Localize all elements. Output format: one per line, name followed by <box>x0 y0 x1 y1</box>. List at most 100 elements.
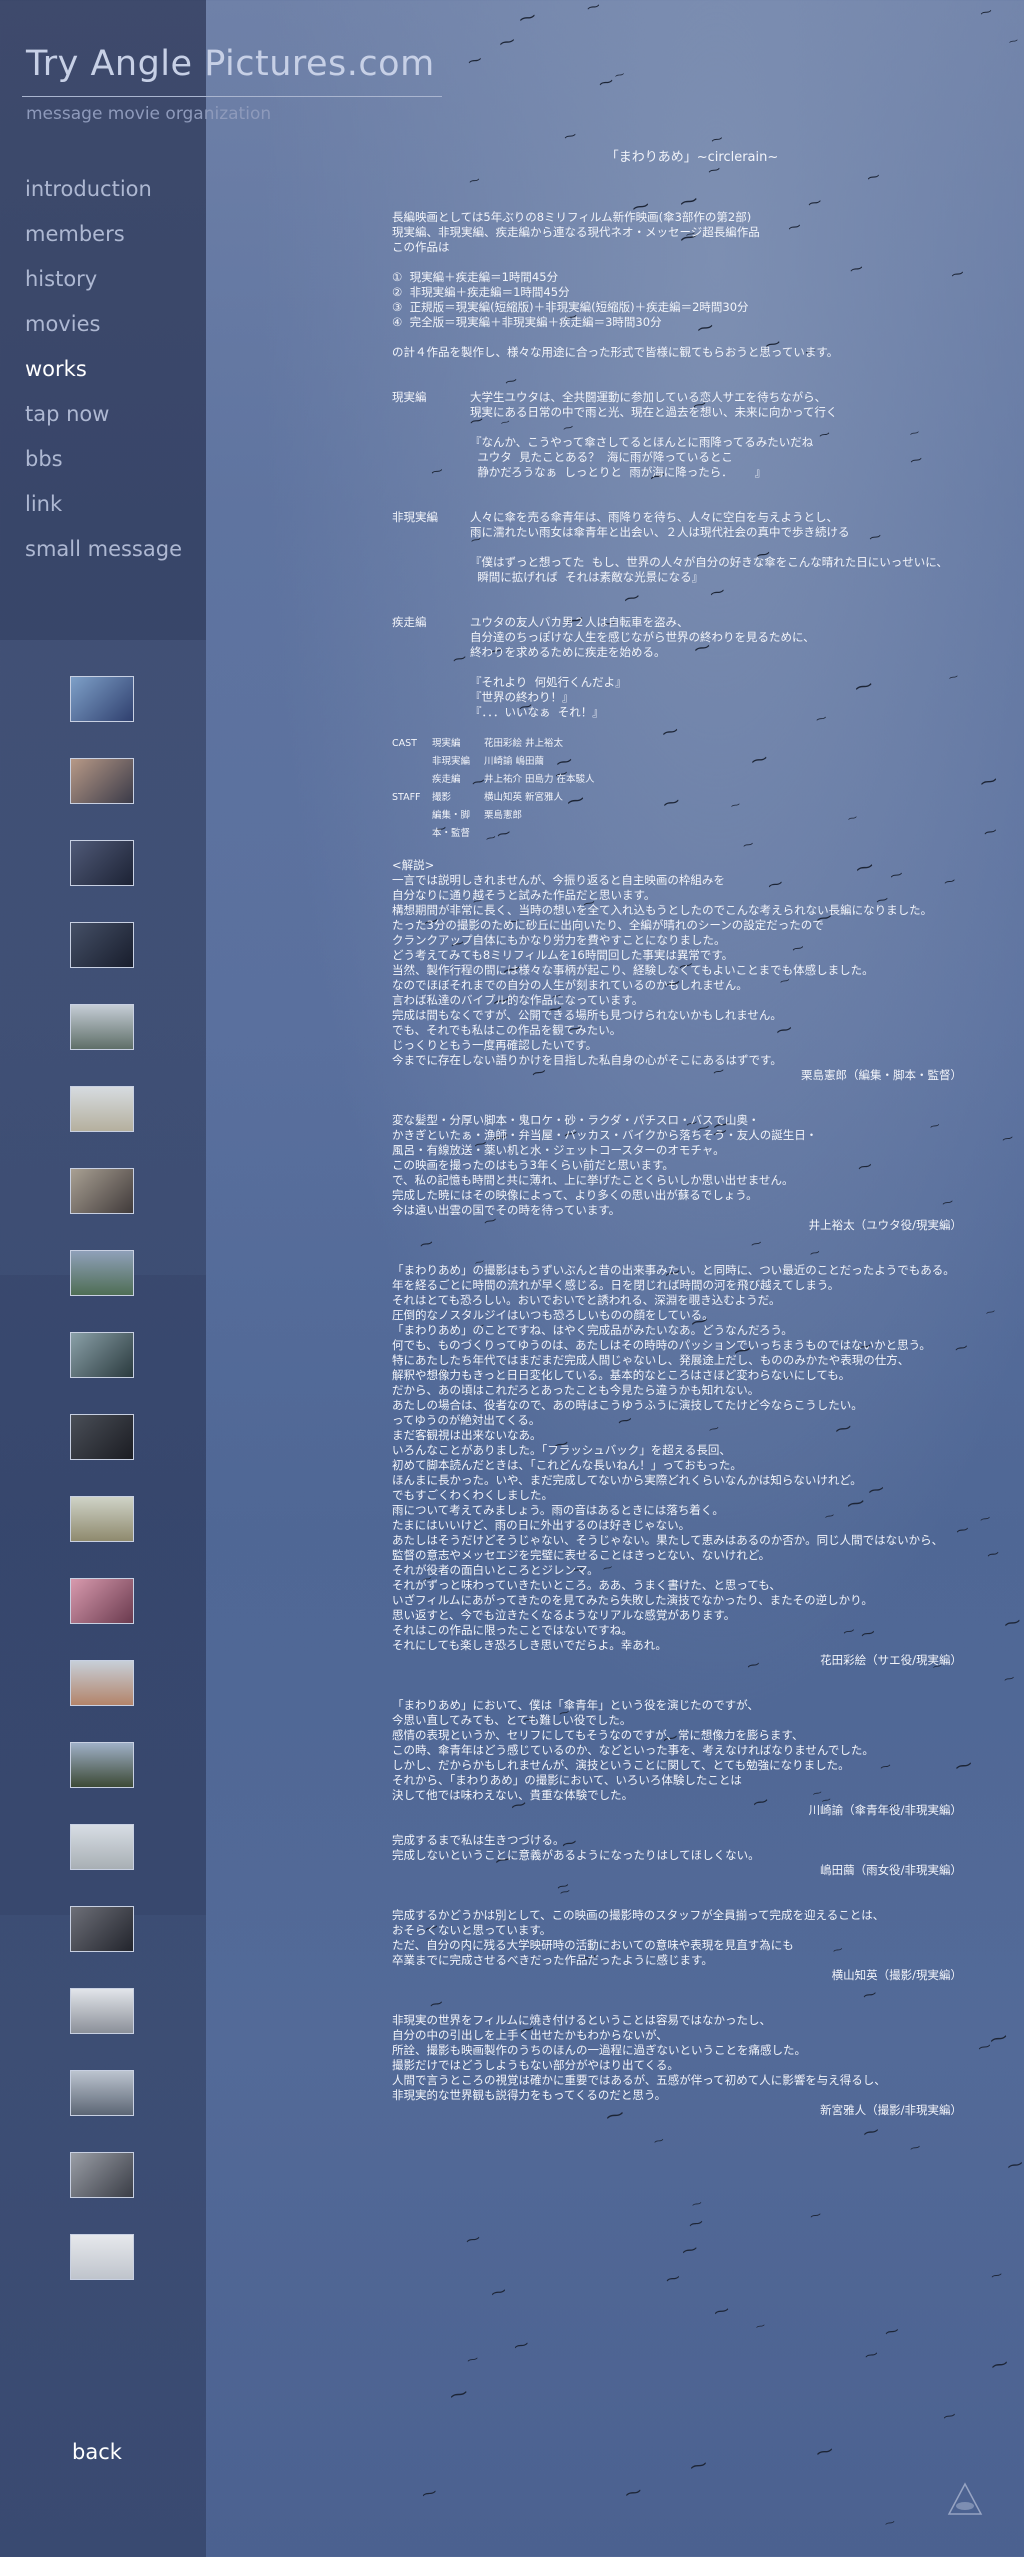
bird-icon: ⁓ <box>687 2214 706 2234</box>
section-text: 人々に傘を売る傘青年は、雨降りを待ち、人々に空白を与えようとし、 雨に濡れたい雨… <box>470 510 948 584</box>
section-unreal: 非現実編 人々に傘を売る傘青年は、雨降りを待ち、人々に空白を与えようとし、 雨に… <box>392 510 992 585</box>
bird-icon: ⁓ <box>488 2281 508 2304</box>
bird-icon: ⁓ <box>863 2346 880 2365</box>
film-still-thumbnail[interactable] <box>70 1332 134 1378</box>
bird-icon: ⁓ <box>978 3 994 20</box>
title-divider <box>22 96 442 97</box>
film-still-thumbnail[interactable] <box>70 1742 134 1788</box>
nav-introduction[interactable]: introduction <box>25 177 182 222</box>
version-list: ① 現実編＋疾走編＝1時間45分 ② 非現実編＋疾走編＝1時間45分 ③ 正規版… <box>392 270 749 329</box>
section-text: 大学生ユウタは、全共闘運動に参加している恋人サエを待ちながら、 現実にある日常の… <box>470 390 838 479</box>
comment-signature: 花田彩絵（サエ役/現実編） <box>820 1653 962 1667</box>
nav-works[interactable]: works <box>25 357 182 402</box>
film-still-thumbnail[interactable] <box>70 1578 134 1624</box>
bird-icon: ⁓ <box>808 2207 823 2223</box>
bird-icon: ⁓ <box>597 73 616 93</box>
bird-icon: ⁓ <box>447 2383 470 2408</box>
film-still-thumbnail[interactable] <box>70 2070 134 2116</box>
comment-text: 非現実の世界をフィルムに焼き付けるということは容易ではなかったし、 自分の中の引… <box>392 2013 886 2102</box>
film-still-thumbnail[interactable] <box>70 1086 134 1132</box>
comment-text: 完成するまで私は生きつづける。 完成しないということに意義があるようになったりは… <box>392 1833 760 1862</box>
bird-icon: ⁓ <box>883 2516 896 2530</box>
bird-icon: ⁓ <box>465 2351 480 2367</box>
nav-history[interactable]: history <box>25 267 182 312</box>
bird-icon: ⁓ <box>1002 1672 1017 1687</box>
nav-tap-now[interactable]: tap now <box>25 402 182 447</box>
work-title: 「まわりあめ」~circlerain~ <box>605 150 779 165</box>
work-intro: 長編映画としては5年ぶりの8ミリフィルム新作映画(傘3部作の第2部) 現実編、非… <box>392 210 760 254</box>
bird-icon: ⁓ <box>690 2197 703 2211</box>
site-title[interactable]: Try Angle Pictures.com <box>26 44 435 84</box>
film-still-thumbnail[interactable] <box>70 1824 134 1870</box>
bird-icon: ⁓ <box>1004 2153 1024 2176</box>
film-still-thumbnail[interactable] <box>70 1250 134 1296</box>
bird-icon: ⁓ <box>512 2335 531 2357</box>
commentary-heading: <解説> <box>392 858 435 872</box>
comment-signature: 嶋田繭（雨女役/非現実編） <box>820 1863 962 1877</box>
film-still-thumbnail[interactable] <box>70 758 134 804</box>
film-still-thumbnail[interactable] <box>70 2234 134 2280</box>
bird-icon: ⁓ <box>585 0 603 17</box>
bird-icon: ⁓ <box>989 2352 1011 2377</box>
bird-icon: ⁓ <box>813 2438 835 2463</box>
bird-icon: ⁓ <box>860 2119 881 2143</box>
comment-text: 「まわりあめ」の撮影はもうずいぶんと昔の出来事みたい。と同時に、つい最近のことだ… <box>392 1263 955 1652</box>
film-still-thumbnail[interactable] <box>70 922 134 968</box>
site-tagline: message movie organization <box>26 104 272 124</box>
film-still-thumbnail[interactable] <box>70 1988 134 2034</box>
nav-link[interactable]: link <box>25 492 182 537</box>
bird-icon: ⁓ <box>989 2268 1004 2284</box>
film-still-thumbnail[interactable] <box>70 2152 134 2198</box>
film-still-thumbnail[interactable] <box>70 1906 134 1952</box>
section-label: 非現実編 <box>392 510 438 524</box>
comment-signature: 横山知英（撮影/現実編） <box>831 1968 962 1982</box>
bird-icon: ⁓ <box>562 128 578 145</box>
work-detail: 「まわりあめ」~circlerain~ 長編映画としては5年ぶりの8ミリフィルム… <box>392 150 992 2118</box>
film-still-thumbnail[interactable] <box>70 1660 134 1706</box>
bird-icon: ⁓ <box>688 2454 710 2479</box>
section-label: 疾走編 <box>392 615 427 629</box>
comment-text: 完成するかどうかは別として、この映画の撮影時のスタッフが全員揃って完成を迎えるこ… <box>392 1908 885 1967</box>
bird-icon: ⁓ <box>755 2319 767 2333</box>
nav-movies[interactable]: movies <box>25 312 182 357</box>
credit-row: CAST 現実編 花田彩絵 井上裕太 <box>392 738 564 749</box>
still-thumbnails <box>70 676 134 2316</box>
bird-icon: ⁓ <box>664 2269 683 2289</box>
nav-members[interactable]: members <box>25 222 182 267</box>
section-text: ユウタの友人バカ男２人は自転車を盗み、 自分達のちっぽけな人生を感じながら世界の… <box>470 615 815 719</box>
bird-icon: ⁓ <box>613 68 626 82</box>
bird-icon: ⁓ <box>941 2406 958 2425</box>
bird-icon: ⁓ <box>466 51 484 71</box>
film-still-thumbnail[interactable] <box>70 1168 134 1214</box>
comment-text: 「まわりあめ」において、僕は「傘青年」という役を演じたのですが、 今思い直してみ… <box>392 1698 874 1802</box>
section-real: 現実編 大学生ユウタは、全共闘運動に参加している恋人サエを待ちながら、 現実にあ… <box>392 390 992 480</box>
comment-signature: 井上裕太（ユウタ役/現実編） <box>808 1218 962 1232</box>
nav-bbs[interactable]: bbs <box>25 447 182 492</box>
back-link[interactable]: back <box>72 2440 122 2464</box>
credit-row: 非現実編 川崎諭 嶋田繭 <box>432 756 545 767</box>
credit-row: 編集・脚本・監督 栗島憲郎 <box>432 810 523 839</box>
bird-icon: ⁓ <box>496 30 517 54</box>
film-still-thumbnail[interactable] <box>70 840 134 886</box>
nav-small-message[interactable]: small message <box>25 537 182 582</box>
bird-icon: ⁓ <box>712 2300 732 2322</box>
comment-signature: 栗島憲郎（編集・脚本・監督） <box>801 1068 962 1082</box>
bird-icon: ⁓ <box>1007 34 1020 48</box>
film-still-thumbnail[interactable] <box>70 1414 134 1460</box>
bird-icon: ⁓ <box>679 2239 700 2262</box>
film-still-thumbnail[interactable] <box>70 676 134 722</box>
bird-icon: ⁓ <box>464 2230 483 2250</box>
bird-icon: ⁓ <box>622 2480 644 2504</box>
bird-icon: ⁓ <box>1000 1130 1015 1147</box>
comment-text: 一言では説明しきれませんが、今振り返ると自主映画の枠組みを 自分なりに通り越そう… <box>392 873 933 1067</box>
comment-text: 変な髪型・分厚い脚本・鬼ロケ・砂・ラクダ・パチスロ・バスで山奥・ かきぎといたぁ… <box>392 1113 818 1217</box>
bird-icon: ⁓ <box>908 2140 922 2155</box>
credit-row: 疾走編 井上祐介 田島力 在本駿人 <box>432 774 595 785</box>
section-label: 現実編 <box>392 390 427 404</box>
film-still-thumbnail[interactable] <box>70 1004 134 1050</box>
bird-icon: ⁓ <box>1001 1611 1023 1635</box>
film-still-thumbnail[interactable] <box>70 1496 134 1542</box>
triangle-logo-icon <box>947 2482 983 2515</box>
comment-signature: 新宮雅人（撮影/非現実編） <box>820 2103 962 2117</box>
section-sprint: 疾走編 ユウタの友人バカ男２人は自転車を盗み、 自分達のちっぽけな人生を感じなが… <box>392 615 992 720</box>
